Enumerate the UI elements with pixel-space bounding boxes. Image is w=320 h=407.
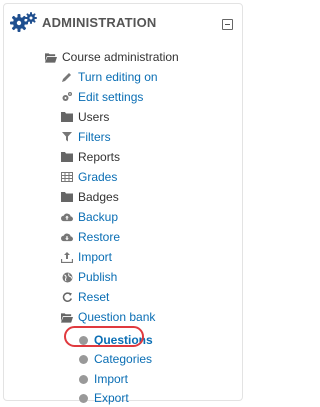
reset-icon	[61, 291, 73, 303]
tree-item-label: Reports	[78, 150, 121, 164]
tree-item-course-administration[interactable]: Course administration	[45, 48, 179, 66]
tree-item-reports[interactable]: Reports	[61, 148, 120, 166]
tree-item-label: Import	[78, 250, 113, 264]
tree-item-import[interactable]: Import	[61, 248, 112, 266]
bullet-icon	[77, 373, 89, 385]
tree-item-label: Course administration	[62, 50, 179, 64]
tree-item-label: Question bank	[78, 310, 156, 324]
tree-item-label: Badges	[78, 190, 119, 204]
gears-icon	[10, 11, 38, 33]
tree-item-export[interactable]: Export	[77, 389, 129, 407]
folder-open-icon	[61, 311, 73, 323]
tree-item-restore[interactable]: Restore	[61, 228, 120, 246]
folder-open-icon	[45, 51, 57, 63]
block-header: ADMINISTRATION	[4, 4, 242, 38]
upload-icon	[61, 251, 73, 263]
folder-icon	[61, 151, 73, 163]
tree-item-turn-editing-on[interactable]: Turn editing on	[61, 68, 158, 86]
tree-item-label: Backup	[78, 210, 119, 224]
tree-item-backup[interactable]: Backup	[61, 208, 118, 226]
tree-item-badges[interactable]: Badges	[61, 188, 119, 206]
tree-item-label: Turn editing on	[78, 70, 158, 84]
table-icon	[61, 171, 73, 183]
folder-icon	[61, 111, 73, 123]
filter-icon	[61, 131, 73, 143]
tree-item-label: Categories	[94, 352, 153, 366]
tree-item-label: Import	[94, 372, 129, 386]
cloud-upload-icon	[61, 211, 73, 223]
bullet-icon	[77, 392, 89, 404]
cog-icon	[61, 91, 73, 103]
tree-item-label: Edit settings	[78, 90, 144, 104]
tree-item-label: Users	[78, 110, 110, 124]
tree-item-question-bank[interactable]: Question bank	[61, 308, 155, 326]
tree-item-categories[interactable]: Categories	[77, 350, 152, 368]
tree-item-label: Filters	[78, 130, 111, 144]
pencil-icon	[61, 71, 73, 83]
minus-square-icon[interactable]	[222, 19, 233, 30]
bullet-icon	[77, 353, 89, 365]
block-title: ADMINISTRATION	[42, 15, 157, 30]
globe-icon	[61, 271, 73, 283]
tree-item-filters[interactable]: Filters	[61, 128, 111, 146]
folder-icon	[61, 191, 73, 203]
tree-item-qb-import[interactable]: Import	[77, 370, 128, 388]
tree-item-reset[interactable]: Reset	[61, 288, 109, 306]
cloud-download-icon	[61, 231, 73, 243]
highlight-circle-questions	[64, 326, 144, 347]
tree-item-users[interactable]: Users	[61, 108, 109, 126]
tree-item-edit-settings[interactable]: Edit settings	[61, 88, 143, 106]
tree-item-label: Grades	[78, 170, 118, 184]
tree-item-publish[interactable]: Publish	[61, 268, 117, 286]
tree-item-label: Restore	[78, 230, 121, 244]
tree-item-grades[interactable]: Grades	[61, 168, 117, 186]
tree-item-label: Reset	[78, 290, 110, 304]
tree-item-label: Publish	[78, 270, 118, 284]
